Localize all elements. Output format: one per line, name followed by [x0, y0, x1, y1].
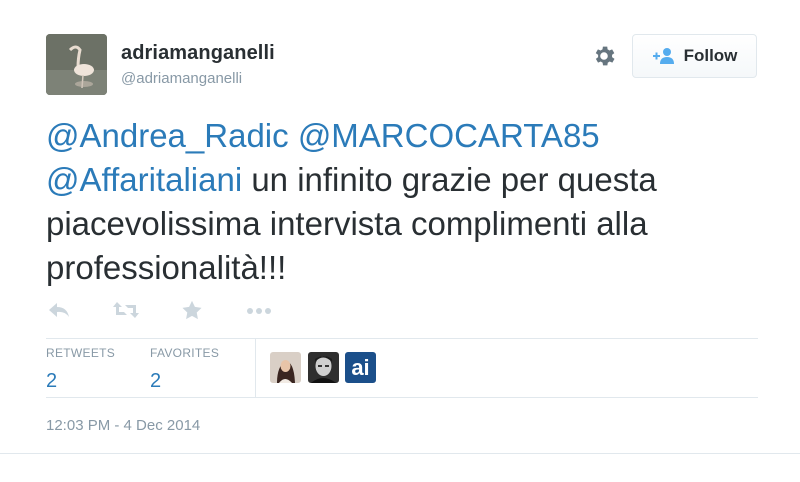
follow-label: Follow — [683, 46, 738, 65]
user-avatar[interactable] — [46, 34, 107, 95]
tweet-timestamp[interactable]: 12:03 PM - 4 Dec 2014 — [46, 417, 200, 434]
reply-icon[interactable] — [48, 300, 70, 325]
gear-icon[interactable] — [591, 43, 617, 69]
favorites-label: FAVORITES — [150, 346, 220, 360]
divider — [46, 338, 758, 339]
flamingo-avatar-image — [46, 34, 107, 95]
follow-person-icon — [652, 48, 674, 64]
mention-link[interactable]: @Affaritaliani — [46, 161, 242, 198]
user-screen-name[interactable]: @adriamanganelli — [121, 70, 242, 87]
tweet-text: @Andrea_Radic @MARCOCARTA85 @Affaritalian… — [46, 114, 766, 290]
favorite-icon[interactable] — [181, 300, 203, 325]
favoriter-avatar[interactable] — [270, 352, 301, 383]
favoriter-logo-text: ai — [351, 355, 370, 380]
favorites-stat[interactable]: FAVORITES 2 — [150, 346, 219, 393]
retweets-count: 2 — [46, 370, 58, 392]
retweet-icon[interactable] — [113, 300, 139, 325]
retweets-label: RETWEETS — [46, 346, 116, 360]
retweets-stat[interactable]: RETWEETS 2 — [46, 346, 115, 393]
bottom-divider — [0, 453, 800, 454]
favorites-count: 2 — [150, 370, 162, 392]
mention-link[interactable]: @Andrea_Radic — [46, 117, 289, 154]
user-display-name[interactable]: adriamanganelli — [121, 42, 275, 65]
more-icon[interactable] — [246, 300, 272, 325]
favoriter-avatar[interactable] — [308, 352, 339, 383]
stats-separator — [255, 338, 256, 398]
mention-link[interactable]: @MARCOCARTA85 — [298, 117, 600, 154]
divider — [46, 397, 758, 398]
favoriter-avatar[interactable]: ai — [345, 352, 376, 383]
follow-button[interactable]: Follow — [632, 34, 757, 78]
